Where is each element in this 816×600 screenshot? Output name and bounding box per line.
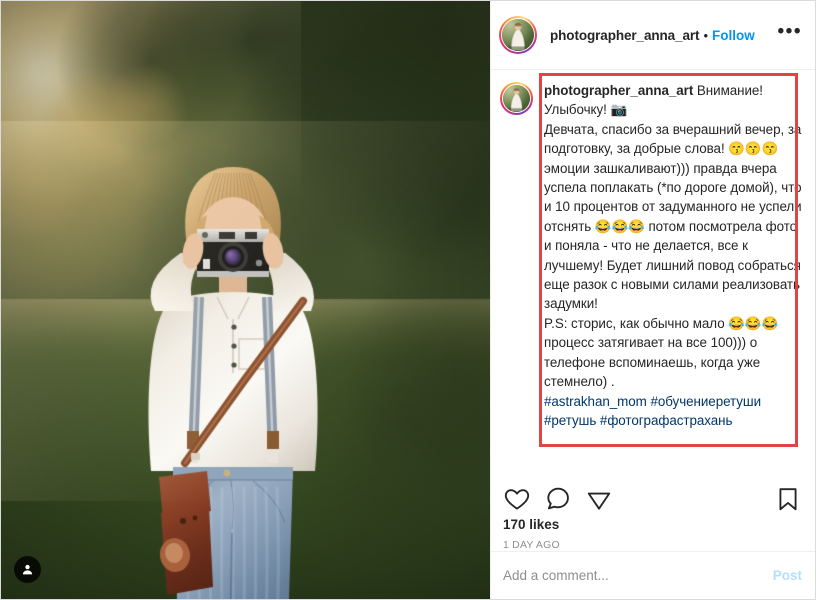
post-comment-button[interactable]: Post bbox=[773, 568, 802, 583]
comment-glyph bbox=[547, 487, 569, 510]
hashtag-link[interactable]: #фотографастрахань bbox=[600, 413, 733, 428]
bookmark-icon[interactable] bbox=[774, 485, 802, 513]
caption-username[interactable]: photographer_anna_art bbox=[544, 83, 693, 98]
caption-text: photographer_anna_art Внимание! Улыбочку… bbox=[544, 83, 802, 428]
add-comment-bar: Post bbox=[491, 551, 815, 599]
hashtag-link[interactable]: #обучениеретуши bbox=[650, 394, 761, 409]
caption-area[interactable]: photographer_anna_art Внимание! Улыбочку… bbox=[491, 70, 815, 477]
photo-image bbox=[1, 1, 490, 599]
post-photo[interactable] bbox=[1, 1, 490, 599]
instagram-post: photographer_anna_art • Follow ••• photo… bbox=[0, 0, 816, 600]
more-options-icon[interactable]: ••• bbox=[778, 22, 802, 42]
separator-dot: • bbox=[703, 27, 708, 43]
hashtag-link[interactable]: #astrakhan_mom bbox=[544, 394, 647, 409]
follow-button[interactable]: Follow bbox=[712, 28, 755, 43]
profile-username-link[interactable]: photographer_anna_art bbox=[550, 28, 700, 43]
comment-bubble-icon[interactable] bbox=[544, 485, 572, 513]
post-timestamp: 1 DAY AGO bbox=[503, 539, 560, 551]
post-sidebar: photographer_anna_art • Follow ••• photo… bbox=[490, 1, 815, 599]
bookmark-glyph bbox=[779, 488, 797, 511]
person-tag-icon[interactable] bbox=[14, 556, 41, 583]
heart-icon[interactable] bbox=[503, 485, 531, 513]
avatar-image bbox=[502, 19, 534, 51]
header-names: photographer_anna_art • Follow bbox=[550, 28, 778, 43]
hashtag-link[interactable]: #ретушь bbox=[544, 413, 596, 428]
comment-input[interactable] bbox=[503, 568, 773, 583]
caption-row: photographer_anna_art Внимание! Улыбочку… bbox=[500, 81, 803, 430]
caption-avatar-image bbox=[503, 85, 530, 112]
share-glyph bbox=[587, 492, 611, 510]
post-header: photographer_anna_art • Follow ••• bbox=[491, 1, 815, 70]
caption-overflow-mask bbox=[491, 463, 815, 477]
caption-avatar[interactable] bbox=[500, 82, 533, 115]
share-paper-plane-icon[interactable] bbox=[585, 485, 613, 513]
post-actions bbox=[491, 477, 815, 515]
person-tag-glyph bbox=[22, 564, 33, 575]
avatar[interactable] bbox=[499, 16, 537, 54]
likes-count[interactable]: 170 likes bbox=[491, 515, 815, 532]
heart-glyph bbox=[504, 489, 530, 510]
